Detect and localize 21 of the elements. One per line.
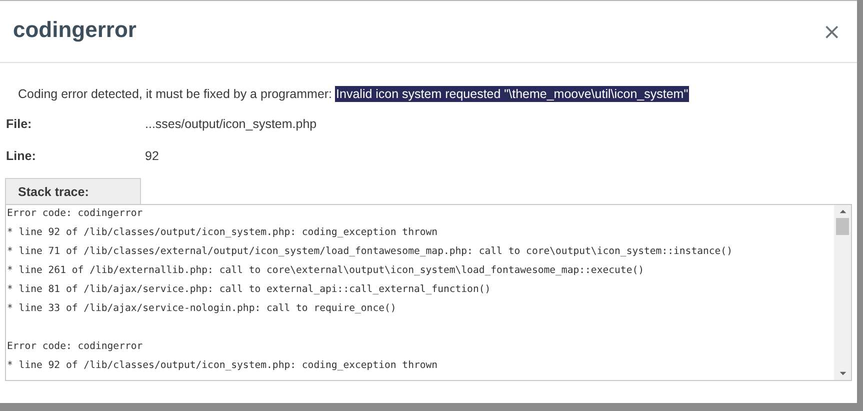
trace-line: Error code: codingerror [7,340,144,354]
field-value: 92 [145,149,159,163]
field-value: ...sses/output/icon_system.php [145,117,317,131]
scroll-up-icon[interactable] [838,209,846,214]
trace-line: * line 261 of /lib/externallib.php: call to core\external\output\icon_system\load_fontawesome_map::execute() [7,264,646,278]
scroll-thumb[interactable] [836,218,849,235]
stack-trace-tab[interactable]: Stack trace: [5,178,141,204]
scroll-down-icon[interactable] [838,371,846,376]
close-button[interactable]: × [818,22,845,44]
trace-line: * line 71 of /lib/classes/external/output/icon_system/load_fontawesome_map.php: call to core\output\icon_system::instance() [7,245,734,259]
error-message: Coding error detected, it must be fixed by a programmer: [18,87,332,101]
field-label: Line: [5,149,37,163]
trace-line: * line 81 of /lib/ajax/service.php: call to external_api::call_external_function() [7,283,492,297]
trace-line: * line 92 of /lib/classes/output/icon_system.php: coding_exception thrown [7,226,439,240]
trace-line: Error code: codingerror [7,207,144,221]
field-label: File: [5,117,33,131]
trace-line: * line 33 of /lib/ajax/service-nologin.php: call to require_once() [7,302,398,316]
dialog-title: codingerror [13,16,136,42]
trace-line: * line 92 of /lib/classes/output/icon_system.php: coding_exception thrown [7,359,439,373]
highlighted-error-text: Invalid icon system requested "\theme_moove\util\icon_system" [335,86,690,102]
scrollbar[interactable] [834,205,851,380]
